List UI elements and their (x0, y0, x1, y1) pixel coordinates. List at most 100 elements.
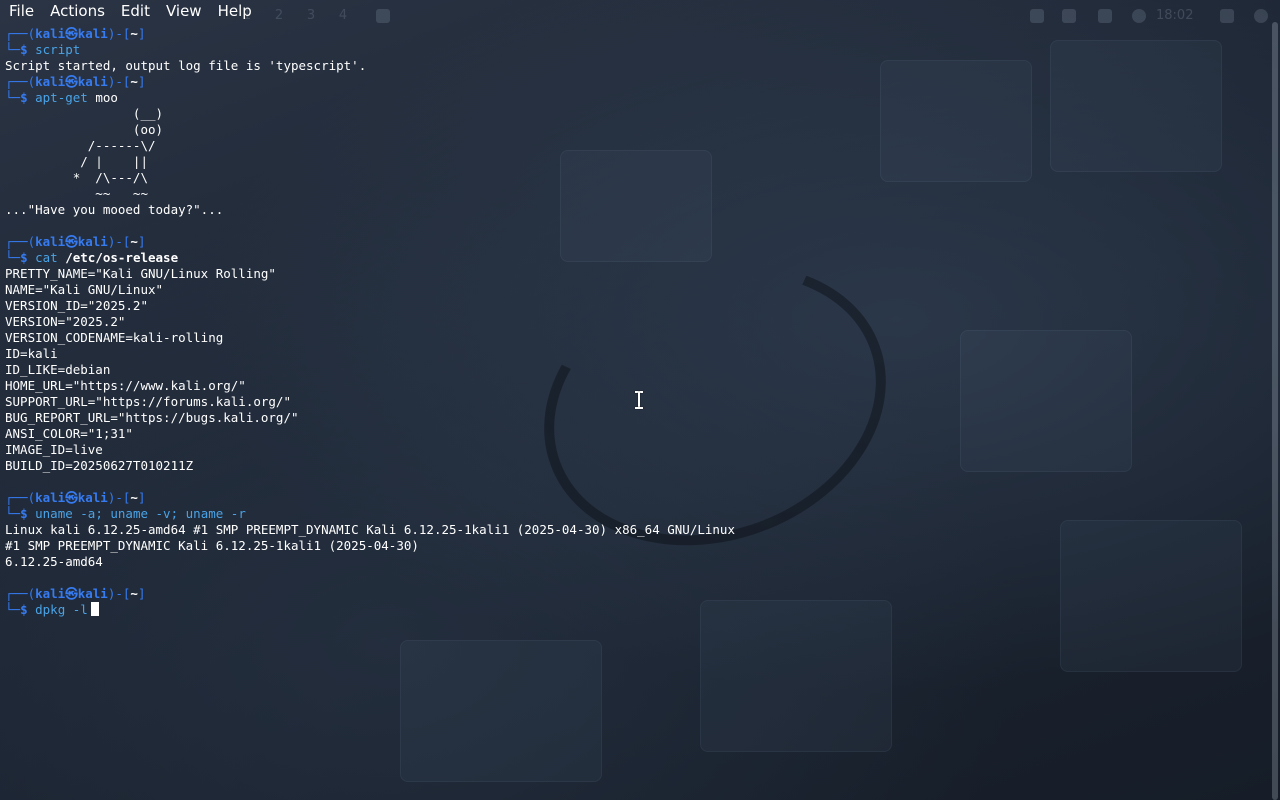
bell-icon (1098, 9, 1112, 23)
prompt-frame: )-[ (107, 26, 131, 41)
prompt-header: ┌──(kali㉿kali)-[~] (5, 490, 1268, 506)
prompt-dollar: $ (20, 42, 36, 57)
prompt-directory: ~ (130, 74, 138, 89)
output-line: PRETTY_NAME="Kali GNU/Linux Rolling" (5, 266, 276, 281)
logout-icon (1254, 9, 1268, 23)
prompt-at-symbol: ㉿ (65, 74, 78, 89)
output-line: ID=kali (5, 346, 58, 361)
output-line: VERSION="2025.2" (5, 314, 126, 329)
prompt-frame: ] (137, 234, 146, 249)
prompt-frame: ┌──( (5, 26, 36, 41)
prompt-at-symbol: ㉿ (65, 586, 78, 601)
output-line: 6.12.25-amd64 (5, 554, 103, 569)
prompt-at-symbol: ㉿ (65, 234, 78, 249)
prompt-dollar: $ (20, 602, 36, 617)
terminal-output[interactable]: ┌──(kali㉿kali)-[~] └─$ script Script start… (5, 26, 1268, 618)
prompt-frame: )-[ (107, 74, 131, 89)
output-line: Linux kali 6.12.25-amd64 #1 SMP PREEMPT_… (5, 522, 735, 537)
menu-file[interactable]: File (0, 0, 41, 22)
terminal-cursor (90, 602, 99, 616)
prompt-at-symbol: ㉿ (65, 490, 78, 505)
prompt-host: kali (77, 26, 108, 41)
output-line: / | || (5, 154, 148, 169)
output-line: ~~ ~~ (5, 186, 148, 201)
output-line: IMAGE_ID=live (5, 442, 103, 457)
prompt-directory: ~ (130, 586, 138, 601)
menu-help[interactable]: Help (209, 0, 259, 22)
prompt-header: ┌──(kali㉿kali)-[~] (5, 586, 1268, 602)
prompt-frame: └─ (5, 602, 21, 617)
prompt-frame: ┌──( (5, 74, 36, 89)
command-text: dpkg (35, 602, 66, 617)
power-icon (1132, 9, 1146, 23)
prompt-header: ┌──(kali㉿kali)-[~] (5, 234, 1268, 250)
output-line: VERSION_CODENAME=kali-rolling (5, 330, 224, 345)
prompt-host: kali (77, 490, 108, 505)
command-text: -l (65, 602, 88, 617)
prompt-frame: ┌──( (5, 490, 36, 505)
prompt-user: kali (35, 74, 66, 89)
prompt-header: ┌──(kali㉿kali)-[~] (5, 26, 1268, 42)
prompt-host: kali (77, 234, 108, 249)
prompt-directory: ~ (130, 234, 138, 249)
wallpaper-key (400, 640, 602, 782)
prompt-dollar: $ (20, 90, 36, 105)
prompt-frame: ] (137, 74, 146, 89)
prompt-dollar: $ (20, 506, 36, 521)
lock-icon (1220, 9, 1234, 23)
output-line: NAME="Kali GNU/Linux" (5, 282, 164, 297)
output-line: Script started, output log file is 'type… (5, 58, 367, 73)
scrollbar-thumb[interactable] (1272, 22, 1278, 800)
display-icon (1030, 9, 1044, 23)
command-line: └─$ apt-get moo (5, 90, 1268, 106)
prompt-user: kali (35, 234, 66, 249)
output-line: /------\/ (5, 138, 156, 153)
text-cursor-icon (634, 391, 644, 409)
output-line: ANSI_COLOR="1;31" (5, 426, 133, 441)
output-line: #1 SMP PREEMPT_DYNAMIC Kali 6.12.25-1kal… (5, 538, 419, 553)
prompt-user: kali (35, 586, 66, 601)
workspace-4: 4 (338, 8, 348, 23)
prompt-at-symbol: ㉿ (65, 26, 78, 41)
output-line: ..."Have you mooed today?"... (5, 202, 224, 217)
prompt-frame: └─ (5, 90, 21, 105)
command-text: moo (87, 90, 118, 105)
command-line: └─$ cat /etc/os-release (5, 250, 1268, 266)
prompt-frame: └─ (5, 250, 21, 265)
output-line: (oo) (5, 122, 164, 137)
prompt-frame: └─ (5, 506, 21, 521)
workspace-3: 3 (306, 8, 316, 23)
clock: 18:02 (1156, 8, 1194, 23)
menu-actions[interactable]: Actions (41, 0, 112, 22)
background-panel: 1 2 3 4 18:02 (230, 6, 1280, 26)
volume-icon (1062, 9, 1076, 23)
terminal-icon (376, 9, 390, 23)
prompt-directory: ~ (130, 490, 138, 505)
output-line: BUILD_ID=20250627T010211Z (5, 458, 194, 473)
output-line: ID_LIKE=debian (5, 362, 111, 377)
terminal-scrollbar[interactable] (1272, 22, 1278, 800)
menu-view[interactable]: View (157, 0, 209, 22)
prompt-frame: └─ (5, 42, 21, 57)
prompt-frame: )-[ (107, 234, 131, 249)
prompt-header: ┌──(kali㉿kali)-[~] (5, 74, 1268, 90)
prompt-user: kali (35, 490, 66, 505)
command-line: └─$ uname -a; uname -v; uname -r (5, 506, 1268, 522)
prompt-frame: ] (137, 586, 146, 601)
command-text: script (35, 42, 81, 57)
desktop: 1 2 3 4 18:02 File Actions Edit View Hel… (0, 0, 1280, 800)
menu-edit[interactable]: Edit (112, 0, 157, 22)
command-text: apt-get (35, 90, 88, 105)
prompt-frame: ] (137, 490, 146, 505)
terminal-menubar: File Actions Edit View Help (0, 0, 259, 22)
prompt-host: kali (77, 74, 108, 89)
workspace-2: 2 (274, 8, 284, 23)
output-line: * /\---/\ (5, 170, 148, 185)
output-line: VERSION_ID="2025.2" (5, 298, 148, 313)
command-text: /etc/os-release (57, 250, 179, 265)
command-line: └─$ dpkg -l (5, 602, 1268, 618)
prompt-dollar: $ (20, 250, 36, 265)
prompt-user: kali (35, 26, 66, 41)
